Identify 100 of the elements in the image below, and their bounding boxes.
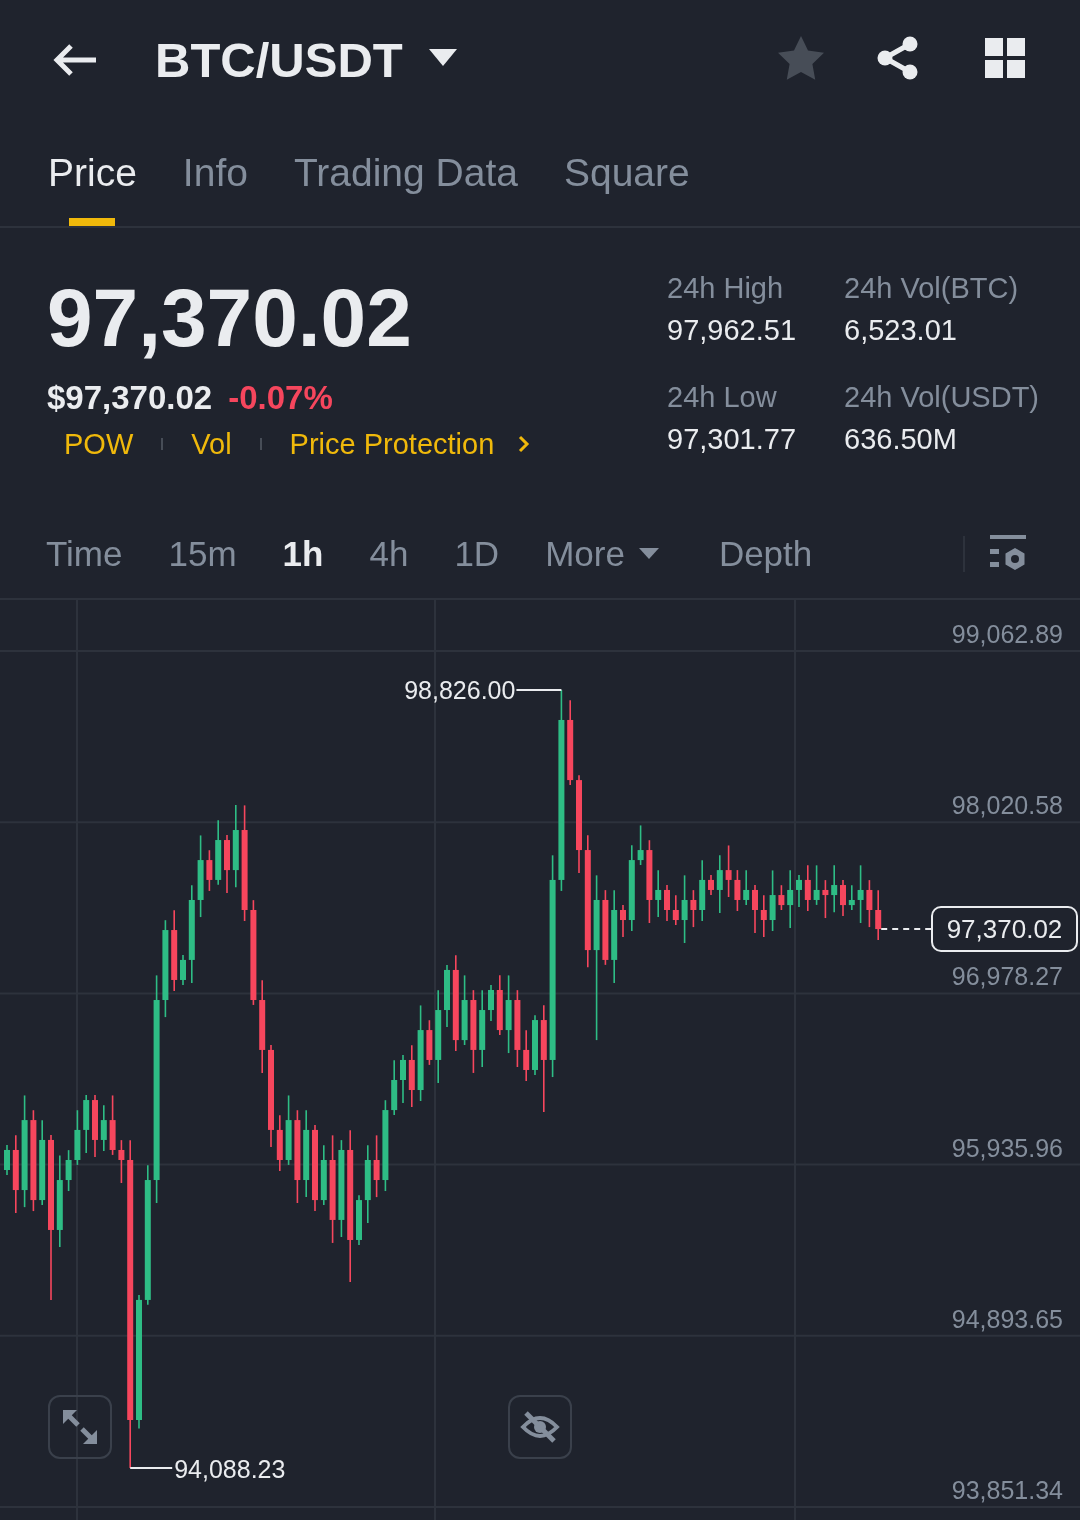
price-protection-link[interactable]: Price Protection xyxy=(289,426,531,462)
rising-candle xyxy=(787,869,794,929)
high-price-label: 98,826.00 xyxy=(404,674,516,705)
pair-title[interactable]: BTC/USDT xyxy=(155,31,403,89)
hide-button[interactable] xyxy=(508,1395,572,1459)
falling-candle xyxy=(672,894,679,926)
back-arrow-icon[interactable] xyxy=(52,43,98,77)
interval-tab[interactable]: Time xyxy=(46,533,123,575)
rising-candle xyxy=(215,819,222,886)
price-change: -0.07% xyxy=(228,378,333,418)
rising-candle xyxy=(391,1059,398,1116)
price-axis-label: 95,935.96 xyxy=(951,1132,1063,1163)
rising-candle xyxy=(180,954,186,986)
rising-candle xyxy=(65,1149,72,1192)
rising-candle xyxy=(532,1014,538,1076)
tag-link[interactable]: POW xyxy=(64,426,134,462)
rising-candle xyxy=(74,1109,81,1166)
falling-candle xyxy=(822,879,829,919)
rising-candle xyxy=(813,864,820,906)
falling-candle xyxy=(496,974,503,1036)
interval-tab[interactable]: 15m xyxy=(168,533,237,575)
tab[interactable]: Info xyxy=(182,150,248,226)
rising-candle xyxy=(4,1144,10,1176)
falling-candle xyxy=(708,874,714,896)
stat-label: 24h Vol(USDT) xyxy=(844,380,1040,415)
rising-candle xyxy=(857,864,864,924)
stat-value: 6,523.01 xyxy=(844,313,958,348)
eye-off-icon xyxy=(520,1410,560,1444)
falling-candle xyxy=(752,884,758,934)
interval-tab[interactable]: 1h xyxy=(282,533,324,575)
more-dropdown[interactable]: More xyxy=(545,533,659,575)
falling-candle xyxy=(760,894,767,938)
rising-candle xyxy=(400,1054,406,1104)
falling-candle xyxy=(664,884,670,922)
falling-candle xyxy=(734,869,741,912)
last-price-line xyxy=(880,928,932,931)
price-axis-label: 93,851.34 xyxy=(951,1475,1063,1505)
falling-candle xyxy=(523,1029,530,1082)
rising-candle xyxy=(681,874,688,944)
falling-candle xyxy=(840,879,846,917)
price-axis-label: 94,893.65 xyxy=(951,1303,1063,1334)
rising-candle xyxy=(655,869,662,918)
rising-candle xyxy=(285,1094,292,1166)
price-axis-label: 96,978.27 xyxy=(951,961,1063,992)
stat-label: 24h Low xyxy=(667,380,778,415)
rising-candle xyxy=(848,884,855,911)
stat-value: 636.50M xyxy=(844,422,958,457)
price-axis-label: 98,020.58 xyxy=(951,790,1063,821)
chevron-right-icon xyxy=(518,435,531,453)
leader-line xyxy=(129,1467,174,1470)
stat-value: 97,301.77 xyxy=(667,422,797,457)
falling-candle xyxy=(866,879,873,928)
expand-icon xyxy=(62,1409,98,1445)
last-price-tag: 97,370.02 xyxy=(931,906,1078,953)
falling-candle xyxy=(373,1134,380,1198)
rising-candle xyxy=(100,1104,107,1152)
rising-candle xyxy=(769,869,776,932)
falling-candle xyxy=(804,864,811,912)
low-price-label: 94,088.23 xyxy=(174,1454,286,1485)
chart-settings-icon[interactable] xyxy=(990,535,1026,573)
rising-candle xyxy=(488,984,494,1022)
falling-candle xyxy=(206,849,213,892)
rising-candle xyxy=(831,864,838,913)
rising-candle xyxy=(83,1094,90,1154)
fullscreen-button[interactable] xyxy=(48,1395,112,1459)
falling-candle xyxy=(92,1094,98,1158)
rising-candle xyxy=(320,1144,327,1206)
share-icon[interactable] xyxy=(876,36,920,80)
price-axis-label: 99,062.89 xyxy=(951,619,1063,649)
stat-label: 24h Vol(BTC) xyxy=(844,271,1020,306)
tag-link[interactable]: Vol xyxy=(191,426,232,462)
falling-candle xyxy=(725,844,732,898)
rising-candle xyxy=(461,974,468,1046)
falling-candle xyxy=(690,889,697,928)
rising-candle xyxy=(699,859,706,922)
stat-value: 97,962.51 xyxy=(667,313,797,348)
falling-candle xyxy=(426,1019,433,1066)
falling-candle xyxy=(276,1114,283,1172)
interval-tab[interactable]: 1D xyxy=(454,533,500,575)
rising-candle xyxy=(796,874,802,908)
tab[interactable]: Square xyxy=(563,150,690,226)
tab[interactable]: Trading Data xyxy=(293,150,518,226)
interval-tab[interactable]: 4h xyxy=(369,533,409,575)
falling-candle xyxy=(118,1139,125,1184)
depth-tab[interactable]: Depth xyxy=(718,533,813,575)
usd-price: $97,370.02 xyxy=(47,378,213,418)
falling-candle xyxy=(224,834,230,894)
caret-down-icon[interactable] xyxy=(428,49,457,67)
rising-candle xyxy=(637,824,644,866)
last-price: 97,370.02 xyxy=(47,276,413,360)
rising-candle xyxy=(716,854,723,914)
tab[interactable]: Price xyxy=(48,150,137,226)
falling-candle xyxy=(778,884,785,911)
stat-label: 24h High xyxy=(667,271,785,306)
grid-icon[interactable] xyxy=(985,38,1025,78)
falling-candle xyxy=(875,889,882,941)
caret-down-icon xyxy=(638,548,659,560)
falling-candle xyxy=(408,1044,415,1108)
star-icon[interactable] xyxy=(778,36,824,80)
falling-candle xyxy=(620,904,626,938)
